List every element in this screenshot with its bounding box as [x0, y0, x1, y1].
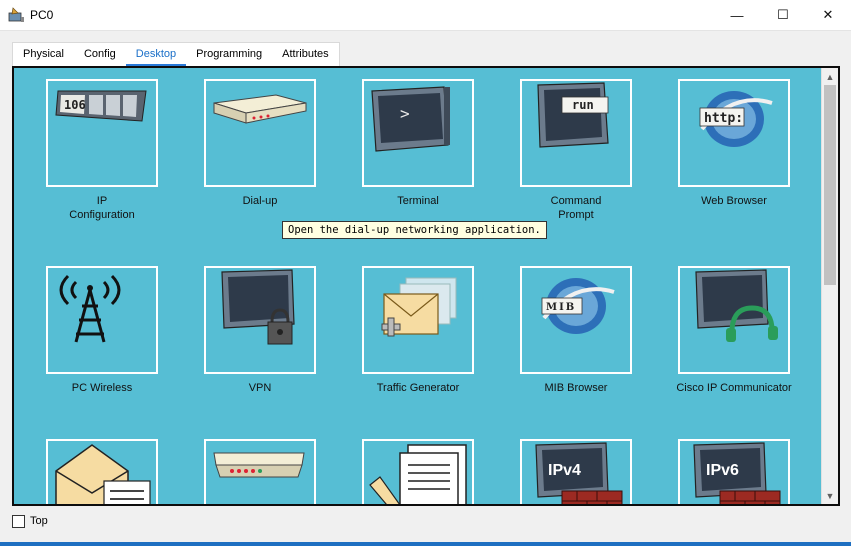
- app-cisco-ip-communicator[interactable]: [678, 266, 790, 374]
- label-web-browser: Web Browser: [701, 195, 767, 207]
- ipv6-firewall-icon: IPv6: [693, 442, 781, 504]
- app-email[interactable]: [46, 439, 158, 504]
- mib-text: MIB: [546, 302, 576, 313]
- close-button[interactable]: ✕: [805, 0, 851, 30]
- pppoe-dialer-icon: [213, 452, 305, 478]
- maximize-button[interactable]: ☐: [760, 0, 806, 30]
- label-dial-up: Dial-up: [242, 195, 278, 207]
- tab-strip: Physical Config Desktop Programming Attr…: [0, 30, 851, 67]
- window-title: PC0: [30, 8, 54, 22]
- email-icon: [55, 444, 151, 504]
- http-text: http:: [704, 111, 743, 126]
- app-terminal[interactable]: >: [362, 79, 474, 187]
- label-terminal: Terminal: [397, 195, 439, 207]
- app-dial-up[interactable]: [204, 79, 316, 187]
- ip-config-number: 106: [64, 98, 86, 112]
- pc-wireless-icon: [59, 274, 121, 343]
- ip-configuration-icon: 106: [55, 90, 147, 122]
- web-browser-icon: http:: [699, 91, 773, 147]
- label-traffic-generator: Traffic Generator: [376, 382, 460, 394]
- app-ip-configuration[interactable]: 106: [46, 79, 158, 187]
- pc0-window: PC0 — ☐ ✕ Physical Config Desktop Progra…: [0, 0, 851, 546]
- tab-physical[interactable]: Physical: [13, 43, 74, 67]
- text-editor-icon: [369, 444, 467, 504]
- app-pppoe-dialer[interactable]: [204, 439, 316, 504]
- app-pc-wireless[interactable]: [46, 266, 158, 374]
- window-bottom-edge: [0, 542, 851, 546]
- app-traffic-generator[interactable]: [362, 266, 474, 374]
- vpn-icon: [221, 269, 295, 345]
- bottom-bar: Top: [0, 506, 851, 546]
- command-prompt-icon: run: [537, 82, 609, 148]
- app-web-browser[interactable]: http:: [678, 79, 790, 187]
- dial-up-icon: [213, 94, 307, 124]
- tab-desktop[interactable]: Desktop: [125, 43, 187, 67]
- minimize-button[interactable]: —: [714, 0, 760, 30]
- top-label: Top: [30, 515, 48, 527]
- tab-config[interactable]: Config: [74, 43, 126, 67]
- close-icon: ✕: [822, 7, 834, 22]
- scroll-thumb[interactable]: [824, 85, 836, 285]
- mib-browser-icon: MIB: [541, 278, 615, 334]
- tab-bar: Physical Config Desktop Programming Attr…: [12, 42, 340, 67]
- scroll-up-arrow-icon[interactable]: ▲: [822, 68, 838, 85]
- label-mib-browser: MIB Browser: [544, 382, 608, 394]
- app-mib-browser[interactable]: MIB: [520, 266, 632, 374]
- app-command-prompt[interactable]: run: [520, 79, 632, 187]
- label-cisco-ip-communicator: Cisco IP Communicator: [676, 382, 792, 394]
- app-vpn[interactable]: [204, 266, 316, 374]
- tab-programming[interactable]: Programming: [186, 43, 272, 67]
- app-text-editor[interactable]: [362, 439, 474, 504]
- command-prompt-text: run: [572, 98, 594, 112]
- packet-tracer-pc-icon: [8, 7, 24, 22]
- app-ipv6-firewall[interactable]: IPv6: [678, 439, 790, 504]
- title-bar: PC0 — ☐ ✕: [0, 0, 851, 30]
- tab-attributes[interactable]: Attributes: [272, 43, 338, 67]
- terminal-prompt-glyph: >: [400, 104, 410, 123]
- terminal-icon: >: [371, 86, 450, 152]
- desktop-panel: 106 IP Configuration Dial-up > Terminal …: [12, 66, 840, 506]
- scroll-down-arrow-icon[interactable]: ▼: [822, 487, 838, 504]
- desktop-scrollbar[interactable]: ▲ ▼: [821, 68, 838, 504]
- label-ip-configuration: IP Configuration: [69, 195, 135, 221]
- ipv4-text: IPv4: [548, 462, 581, 479]
- dial-up-tooltip: Open the dial-up networking application.: [282, 221, 547, 239]
- app-ipv4-firewall[interactable]: IPv4: [520, 439, 632, 504]
- label-vpn: VPN: [248, 382, 272, 394]
- ipv4-firewall-icon: IPv4: [535, 442, 623, 504]
- traffic-generator-icon: [381, 277, 457, 337]
- ipv6-text: IPv6: [706, 462, 739, 479]
- label-command-prompt: Command Prompt: [550, 195, 602, 221]
- minimize-icon: —: [730, 7, 744, 23]
- maximize-icon: ☐: [777, 7, 789, 22]
- label-pc-wireless: PC Wireless: [71, 382, 133, 394]
- top-checkbox[interactable]: [12, 515, 25, 528]
- cisco-ip-communicator-icon: [695, 269, 778, 342]
